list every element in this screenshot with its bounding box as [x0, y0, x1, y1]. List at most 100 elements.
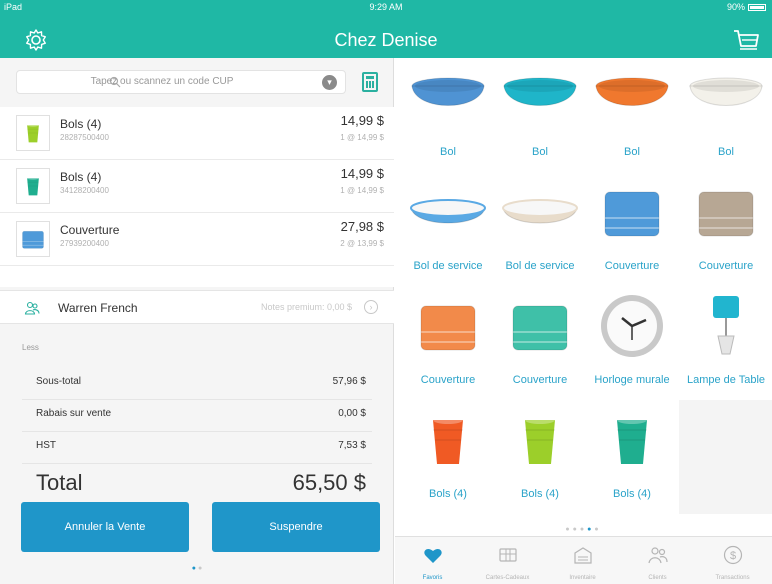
cart-item-name: Bols (4): [60, 170, 102, 184]
product-image: [601, 295, 663, 357]
cart-item[interactable]: Bols (4) 28287500400 14,99 $ 1 @ 14,99 $: [0, 107, 394, 160]
product-image: [604, 191, 660, 237]
battery-percent: 90%: [726, 2, 745, 12]
cart-item-name: Bols (4): [60, 117, 102, 131]
subtotal-value: 57,96 $: [332, 376, 366, 387]
product-label: Bols (4): [521, 488, 559, 500]
top-bar: iPad 9:29 AM 90% Chez Denise: [0, 0, 772, 58]
tab-clients[interactable]: Clients: [620, 537, 695, 584]
product-label: Bol: [624, 146, 640, 158]
product-thumbnail: [16, 168, 50, 204]
cart-item-price: 14,99 $: [340, 166, 384, 181]
product-label: Couverture: [698, 260, 754, 272]
tax-value: 7,53 $: [338, 440, 366, 451]
cart-item[interactable]: Bols (4) 34128200400 14,99 $ 1 @ 14,99 $: [0, 160, 394, 213]
product-tile[interactable]: Horloge murale: [585, 286, 679, 400]
product-tile[interactable]: Bols (4): [493, 400, 587, 514]
tax-label: HST: [36, 440, 56, 451]
product-image: [595, 77, 669, 106]
product-tile[interactable]: Couverture: [585, 172, 679, 286]
cart-item-sku: 34128200400: [60, 186, 109, 195]
product-tile[interactable]: Bol: [585, 58, 679, 172]
product-label: Bols (4): [613, 488, 651, 500]
product-image: [502, 199, 578, 224]
customer-icon: [24, 301, 40, 315]
product-tile[interactable]: Lampe de Table: [679, 286, 772, 400]
product-image: [411, 77, 485, 106]
product-tile[interactable]: Bols (4): [401, 400, 495, 514]
discount-row[interactable]: Rabais sur vente 0,00 $: [22, 400, 372, 432]
svg-text:$: $: [730, 550, 736, 562]
customer-row[interactable]: Warren French Notes premium: 0,00 $ ›: [0, 290, 394, 324]
product-tile[interactable]: Bol: [401, 58, 495, 172]
product-label: Bol de service: [505, 260, 575, 272]
tab-label: Clients: [648, 575, 667, 581]
pos-app: iPad 9:29 AM 90% Chez Denise Tapez ou sc…: [0, 0, 772, 584]
product-image: [512, 305, 568, 351]
product-image: [617, 416, 647, 464]
totals: Sous-total 57,96 $ Rabais sur vente 0,00…: [22, 368, 372, 510]
gift-card-icon: [499, 548, 517, 562]
product-tile[interactable]: Couverture: [679, 172, 772, 286]
status-time: 9:29 AM: [369, 2, 403, 12]
total-label: Total: [36, 470, 83, 495]
product-label: Couverture: [420, 374, 476, 386]
cart-item-unit-price: 1 @ 14,99 $: [340, 133, 384, 142]
page-indicator: ●●●●●: [565, 526, 602, 533]
chevron-down-icon[interactable]: ▾: [322, 75, 337, 90]
product-label: Horloge murale: [594, 374, 670, 386]
cart-item-sku: 27939200400: [60, 239, 109, 248]
calculator-icon[interactable]: [362, 72, 378, 92]
customer-name: Warren French: [58, 301, 138, 315]
product-image: [503, 77, 577, 106]
tab-label: Favoris: [422, 575, 443, 581]
section-label: Less: [22, 343, 39, 352]
product-tile[interactable]: Bols (4): [585, 400, 679, 514]
tab-label: Inventaire: [569, 575, 596, 581]
suspend-button[interactable]: Suspendre: [212, 502, 380, 552]
product-label: Bol: [718, 146, 734, 158]
empty-product-slot: [679, 400, 772, 514]
cart-item-unit-price: 2 @ 13,99 $: [340, 239, 384, 248]
cancel-sale-button[interactable]: Annuler la Vente: [21, 502, 189, 552]
warehouse-icon: [574, 547, 592, 564]
product-image: [433, 416, 463, 464]
tab-label: Cartes-Cadeaux: [485, 575, 530, 581]
product-tile[interactable]: Couverture: [493, 286, 587, 400]
product-tile[interactable]: Bol de service: [401, 172, 495, 286]
product-thumbnail: [16, 221, 50, 257]
heart-icon: [424, 549, 442, 563]
page-indicator: ● ●: [191, 565, 203, 572]
battery-icon: [748, 4, 766, 11]
product-label: Couverture: [512, 374, 568, 386]
product-tile[interactable]: Bol: [679, 58, 772, 172]
product-label: Bol de service: [413, 260, 483, 272]
tab-transactions[interactable]: $ Transactions: [695, 537, 770, 584]
tab-favoris[interactable]: Favoris: [395, 537, 470, 584]
product-tile[interactable]: Bol: [493, 58, 587, 172]
product-tile[interactable]: Couverture: [401, 286, 495, 400]
cart-item-sku: 28287500400: [60, 133, 109, 142]
discount-label: Rabais sur vente: [36, 408, 112, 419]
product-image: [525, 416, 555, 464]
search-placeholder: Tapez ou scannez un code CUP: [90, 76, 234, 87]
product-panel: Bol Bol Bol Bol Bol de service Bol de service…: [395, 58, 772, 584]
tab-inventaire[interactable]: Inventaire: [545, 537, 620, 584]
product-thumbnail: [16, 115, 50, 151]
product-image: [420, 305, 476, 351]
product-label: Bol: [440, 146, 456, 158]
tab-bar: Favoris Cartes-Cadeaux Inventaire Clients $ T…: [395, 536, 772, 584]
cart-item[interactable]: Couverture 27939200400 27,98 $ 2 @ 13,99 $: [0, 213, 394, 266]
cart-icon[interactable]: [732, 28, 760, 54]
cart-item-price: 14,99 $: [340, 113, 384, 128]
product-image: [689, 77, 763, 106]
chevron-right-icon[interactable]: ›: [364, 300, 378, 314]
cart-item-price: 27,98 $: [340, 219, 384, 234]
search-input[interactable]: Tapez ou scannez un code CUP ▾: [16, 70, 346, 94]
customer-points: Notes premium: 0,00 $: [260, 302, 352, 312]
product-tile[interactable]: Bol de service: [493, 172, 587, 286]
cart-item-list: Bols (4) 28287500400 14,99 $1 @ 14,99 $ Bol…: [0, 107, 394, 287]
subtotal-row: Sous-total 57,96 $: [22, 368, 372, 400]
product-label: Lampe de Table: [686, 374, 766, 386]
tab-cartes-cadeaux[interactable]: Cartes-Cadeaux: [470, 537, 545, 584]
